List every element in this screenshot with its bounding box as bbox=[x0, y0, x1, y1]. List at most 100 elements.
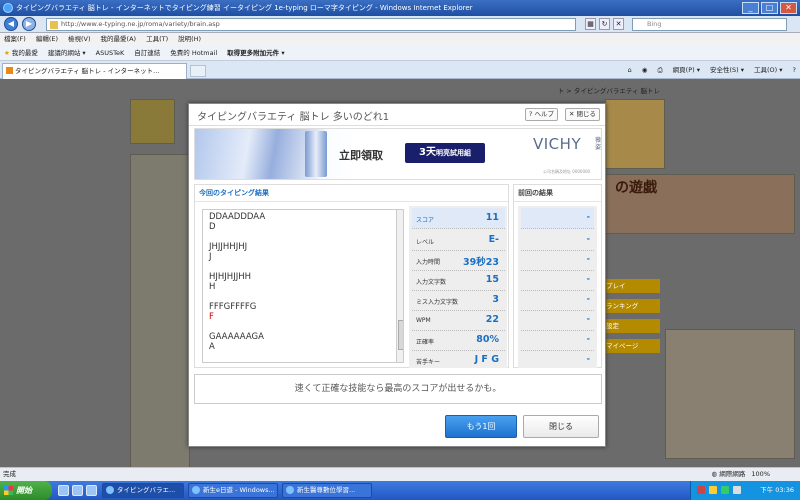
bg-link-4[interactable]: マイページ bbox=[600, 339, 660, 353]
status-zone: ◍ 網際網路 100% bbox=[711, 470, 770, 478]
rss-icon[interactable]: ◉ bbox=[642, 63, 648, 77]
tab-current[interactable]: タイピングバラエティ 脳トレ - インターネット... bbox=[2, 63, 187, 79]
taskbar-item-window3[interactable]: 新生醫尊數位學習... bbox=[282, 483, 372, 498]
menu-file[interactable]: 檔案(F) bbox=[4, 33, 26, 45]
cmd-page[interactable]: 網頁(P) ▾ bbox=[673, 63, 700, 77]
fav-suggested-sites[interactable]: 建議的網站 ▾ bbox=[48, 45, 86, 60]
ad-offer-sub: 明亮試用組 bbox=[435, 149, 471, 157]
close-button[interactable]: 閉じる bbox=[523, 415, 599, 438]
bg-link-3[interactable]: 設定 bbox=[600, 319, 660, 333]
stat-value: E- bbox=[488, 234, 499, 245]
retry-button[interactable]: もう1回 bbox=[445, 415, 517, 438]
taskbar-item-typing[interactable]: タイピングバラエ... bbox=[102, 483, 184, 498]
current-results-panel: 今回のタイピング結果 DDAADDDAA D JHJJHHJHJ J HJHJH… bbox=[194, 184, 509, 368]
ie-icon bbox=[3, 3, 13, 13]
close-window-button[interactable]: ✕ bbox=[780, 2, 797, 14]
fav-addons[interactable]: 取得更多附加元件 ▾ bbox=[227, 45, 285, 60]
stat-value: 15 bbox=[485, 274, 499, 285]
prev-row-weak-keys: - bbox=[586, 354, 590, 363]
word-list[interactable]: DDAADDDAA D JHJJHHJHJ J HJHJHJJHH H FFFG… bbox=[202, 209, 404, 363]
tray-icon[interactable] bbox=[709, 486, 717, 494]
maximize-button[interactable]: □ bbox=[761, 2, 778, 14]
ad-lead: 立即領取 bbox=[339, 149, 383, 162]
minimize-button[interactable]: _ bbox=[742, 2, 759, 14]
bg-left-column bbox=[130, 154, 190, 467]
browser-window: タイピングバラエティ 脳トレ - インターネットでタイピング練習 イータイピング… bbox=[0, 0, 800, 500]
cmd-safety[interactable]: 安全性(S) ▾ bbox=[710, 63, 744, 77]
word-question: GAAAAAAGA bbox=[209, 332, 264, 342]
zoom-level[interactable]: 100% bbox=[751, 470, 770, 478]
bg-link-1[interactable]: プレイ bbox=[600, 279, 660, 293]
bg-link-2[interactable]: ランキング bbox=[600, 299, 660, 313]
stat-value: 3 bbox=[492, 294, 499, 305]
word-question: DDAADDDAA bbox=[209, 212, 266, 222]
word-question: FFFGFFFFG bbox=[209, 302, 257, 312]
clock[interactable]: 下午 03:36 bbox=[760, 486, 794, 494]
word-answer: J bbox=[209, 252, 212, 262]
ad-brand-sub: 薇姿 bbox=[595, 137, 602, 151]
site-favicon bbox=[6, 67, 13, 74]
help-icon[interactable]: ? bbox=[793, 63, 796, 77]
taskbar-item-window2[interactable]: 新生e日遊 - Windows... bbox=[188, 483, 278, 498]
menu-bar: 檔案(F) 編輯(E) 檢視(V) 我的最愛(A) 工具(T) 說明(H) bbox=[0, 33, 800, 45]
windows-logo-icon bbox=[4, 486, 13, 495]
back-button[interactable]: ◀ bbox=[4, 17, 18, 31]
menu-favorites[interactable]: 我的最愛(A) bbox=[101, 33, 137, 45]
home-icon[interactable]: ⌂ bbox=[628, 63, 632, 77]
tray-icon[interactable] bbox=[733, 486, 741, 494]
dialog-close-button[interactable]: ✕ 閉じる bbox=[565, 108, 601, 121]
command-bar: ⌂ ◉ ⎙ 網頁(P) ▾ 安全性(S) ▾ 工具(O) ▾ ? bbox=[628, 63, 796, 77]
menu-help[interactable]: 說明(H) bbox=[178, 33, 201, 45]
dialog-header: タイピングバラエティ 脳トレ 多いのどれ1 ? ヘルプ ✕ 閉じる bbox=[189, 104, 605, 126]
previous-results-header: 前回の結果 bbox=[514, 185, 601, 202]
prev-row-score: - bbox=[521, 208, 594, 229]
word-question: JHJJHHJHJ bbox=[209, 242, 248, 252]
menu-tools[interactable]: 工具(T) bbox=[146, 33, 168, 45]
favorites-button[interactable]: ★ 我的最愛 bbox=[4, 45, 38, 60]
word-list-scrollbar[interactable] bbox=[396, 210, 403, 362]
ad-banner[interactable]: 立即領取 3天明亮試用組 VICHY 薇姿 公司名稱及地址 0000000 bbox=[194, 128, 602, 180]
system-tray: 下午 03:36 bbox=[690, 481, 800, 500]
menu-edit[interactable]: 編輯(E) bbox=[36, 33, 58, 45]
quicklaunch-media-icon[interactable] bbox=[86, 485, 97, 496]
url-input[interactable]: http://www.e-typing.ne.jp/roma/variety/b… bbox=[46, 18, 576, 31]
print-icon[interactable]: ⎙ bbox=[657, 63, 662, 77]
stat-value: 80% bbox=[476, 334, 499, 345]
close-icon: ✕ bbox=[569, 110, 575, 118]
stop-icon[interactable]: ✕ bbox=[613, 18, 624, 30]
stat-row-level: レベル E- bbox=[412, 230, 505, 251]
prev-row-chars: - bbox=[521, 270, 594, 291]
stat-value: 22 bbox=[485, 314, 499, 325]
fav-asustek[interactable]: ASUSTeK bbox=[96, 45, 125, 60]
menu-view[interactable]: 檢視(V) bbox=[68, 33, 91, 45]
ad-brand-logo: VICHY bbox=[533, 135, 582, 153]
word-answer: D bbox=[209, 222, 216, 232]
search-input[interactable]: Bing bbox=[632, 18, 787, 31]
compat-view-icon[interactable]: ▦ bbox=[585, 18, 596, 30]
prev-row-wpm: - bbox=[521, 310, 594, 331]
stat-row-time: 入力時間 39秒23 bbox=[412, 250, 505, 271]
ad-offer-main: 3天 bbox=[419, 147, 436, 158]
new-tab-button[interactable] bbox=[190, 65, 206, 77]
fav-custom-links[interactable]: 自訂連結 bbox=[134, 45, 160, 60]
start-button[interactable]: 開始 bbox=[0, 481, 52, 500]
fav-hotmail[interactable]: 免費的 Hotmail bbox=[170, 45, 217, 60]
refresh-icon[interactable]: ↻ bbox=[599, 18, 610, 30]
bg-game-title: の遊戯 bbox=[615, 180, 657, 196]
cmd-tools[interactable]: 工具(O) ▾ bbox=[754, 63, 783, 77]
advice-message: 速くて正確な技能なら最高のスコアが出せるかも。 bbox=[194, 374, 602, 404]
tray-icon[interactable] bbox=[721, 486, 729, 494]
prev-row-level: - bbox=[521, 230, 594, 251]
quicklaunch-desktop-icon[interactable] bbox=[72, 485, 83, 496]
forward-button[interactable]: ▶ bbox=[22, 17, 36, 31]
word-answer-wrong: F bbox=[209, 312, 214, 322]
status-text: 完成 bbox=[3, 470, 16, 478]
ad-offer[interactable]: 3天明亮試用組 bbox=[405, 143, 485, 163]
prev-row-accuracy: - bbox=[521, 330, 594, 351]
quicklaunch-ie-icon[interactable] bbox=[58, 485, 69, 496]
stat-value: 39秒23 bbox=[463, 257, 499, 268]
scrollbar-thumb[interactable] bbox=[398, 320, 403, 350]
tray-icon[interactable] bbox=[697, 486, 705, 494]
help-button[interactable]: ? ヘルプ bbox=[525, 108, 559, 121]
stat-value: J F G bbox=[474, 354, 499, 365]
